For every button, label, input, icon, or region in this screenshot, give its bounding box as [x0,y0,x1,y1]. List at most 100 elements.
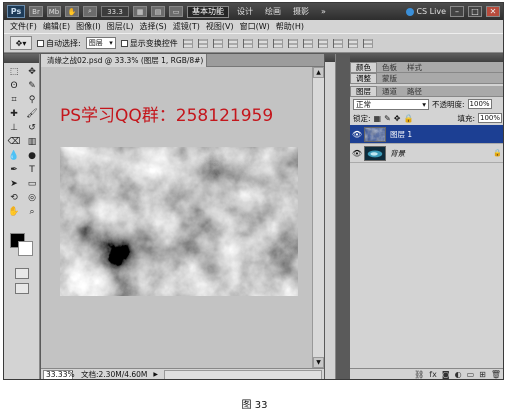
gradient-tool-icon[interactable]: ▥ [24,136,40,148]
horizontal-scrollbar[interactable] [164,369,322,379]
tab-paths[interactable]: 路径 [402,86,427,96]
align-bottom-icon[interactable] [212,38,223,48]
menu-image[interactable]: 图像(I) [73,21,104,32]
toolbox-grip[interactable] [4,54,39,63]
document-tab[interactable]: 清缘之战02.psd @ 33.3% (图层 1, RGB/8#) * × [41,54,207,67]
opacity-field[interactable]: 100% [467,99,492,109]
zoom-tool-icon[interactable]: ⌕ [83,6,97,17]
auto-select-checkbox[interactable]: 自动选择: [37,38,81,49]
tab-layers[interactable]: 图层 [350,86,377,96]
path-select-tool-icon[interactable]: ➤ [6,178,22,190]
scroll-down-icon[interactable]: ▼ [313,357,324,368]
minimize-button[interactable]: – [450,6,464,17]
pen-tool-icon[interactable]: ✒ [6,164,22,176]
tab-color[interactable]: 颜色 [350,62,377,72]
quick-mask-icon[interactable] [15,268,29,279]
minibridge-icon[interactable]: Mb [47,6,61,17]
zoom-level[interactable]: 33.3 [101,6,129,17]
delete-layer-icon[interactable]: 🗑 [491,370,501,379]
lock-transparency-icon[interactable]: ▦ [374,114,382,123]
move-tool-icon[interactable]: ✥ [24,66,40,78]
tab-channels[interactable]: 通道 [377,86,402,96]
scroll-up-icon[interactable]: ▲ [313,67,324,78]
status-zoom-field[interactable]: 33.33% [43,369,75,379]
menu-file[interactable]: 文件(F) [7,21,40,32]
eraser-tool-icon[interactable]: ⌫ [6,136,22,148]
align-top-icon[interactable] [182,38,193,48]
healing-brush-tool-icon[interactable]: ✚ [6,108,22,120]
fill-field[interactable]: 100% [478,113,502,123]
distribute-bottom-icon[interactable] [302,38,313,48]
workspace-photography-button[interactable]: 摄影 [289,6,313,18]
blur-tool-icon[interactable]: 💧 [6,150,22,162]
view-extras-icon[interactable]: ▦ [133,6,147,17]
3d-rotate-tool-icon[interactable]: ⟲ [6,192,22,204]
add-mask-icon[interactable]: ◙ [442,370,450,379]
3d-orbit-tool-icon[interactable]: ◎ [24,192,40,204]
hand-tool-icon[interactable]: ✋ [65,6,79,17]
menu-filter[interactable]: 滤镜(T) [170,21,203,32]
tab-adjustments[interactable]: 调整 [350,73,377,83]
menu-layer[interactable]: 图层(L) [104,21,137,32]
workspace-essentials-button[interactable]: 基本功能 [187,5,229,18]
canvas[interactable]: PS学习QQ群：258121959 [41,67,312,368]
link-layers-icon[interactable]: ⛓ [414,370,424,379]
menu-window[interactable]: 窗口(W) [237,21,273,32]
tab-swatches[interactable]: 色板 [377,62,402,72]
clone-stamp-tool-icon[interactable]: ⊥ [6,122,22,134]
history-brush-tool-icon[interactable]: ↺ [24,122,40,134]
distribute-vcenter-icon[interactable] [287,38,298,48]
tab-styles[interactable]: 样式 [402,62,427,72]
new-layer-icon[interactable]: ⊞ [479,370,486,379]
blend-mode-dropdown[interactable]: 正常 ▾ [353,98,429,110]
layer-row-background[interactable]: 👁 背景 🔒 [350,144,503,163]
align-left-icon[interactable] [227,38,238,48]
cs-live-button[interactable]: CS Live [406,7,446,16]
workspace-design-button[interactable]: 设计 [233,6,257,18]
menu-help[interactable]: 帮助(H) [273,21,307,32]
lock-all-icon[interactable]: 🔒 [404,114,414,123]
zoom-tool-icon[interactable]: ⌕ [24,206,40,218]
arrange-docs-icon[interactable]: ▤ [151,6,165,17]
dodge-tool-icon[interactable]: ● [24,150,40,162]
adjustment-layer-icon[interactable]: ◐ [455,370,462,379]
move-tool-preset-icon[interactable]: ✥▾ [10,36,32,50]
tab-masks[interactable]: 蒙版 [377,73,402,83]
distribute-hcenter-icon[interactable] [332,38,343,48]
show-transform-checkbox[interactable]: 显示变换控件 [120,38,178,49]
auto-select-dropdown[interactable]: 图层 ▾ [85,37,116,49]
distribute-right-icon[interactable] [347,38,358,48]
visibility-eye-icon[interactable]: 👁 [350,130,364,139]
lock-position-icon[interactable]: ✥ [394,114,401,123]
background-color-swatch[interactable] [18,241,33,256]
maximize-button[interactable]: □ [468,6,482,17]
lock-pixels-icon[interactable]: ✎ [384,114,391,123]
panel-column-grip[interactable] [350,54,503,62]
align-vcenter-icon[interactable] [197,38,208,48]
layer-row-layer1[interactable]: 👁 图层 1 [350,125,503,144]
screen-mode-icon[interactable] [15,283,29,294]
marquee-tool-icon[interactable]: ⬚ [6,66,22,78]
more-workspaces-button[interactable]: » [317,6,330,18]
status-menu-arrow-icon[interactable]: ▶ [153,371,158,378]
distribute-left-icon[interactable] [317,38,328,48]
vertical-scrollbar[interactable]: ▲ ▼ [312,67,324,368]
visibility-eye-icon[interactable]: 👁 [350,149,364,158]
panel-strip-grip[interactable] [325,54,335,62]
menu-edit[interactable]: 编辑(E) [40,21,73,32]
menu-select[interactable]: 选择(S) [136,21,169,32]
menu-view[interactable]: 视图(V) [203,21,237,32]
workspace-painting-button[interactable]: 绘画 [261,6,285,18]
close-button[interactable]: ✕ [486,6,500,17]
auto-align-icon[interactable] [362,38,373,48]
new-group-icon[interactable]: ▭ [467,370,475,379]
type-tool-icon[interactable]: T [24,164,40,176]
quick-select-tool-icon[interactable]: ✎ [24,80,40,92]
eyedropper-tool-icon[interactable]: ⚲ [24,94,40,106]
align-hcenter-icon[interactable] [242,38,253,48]
lasso-tool-icon[interactable]: ʘ [6,80,22,92]
screen-mode-icon[interactable]: ▭ [169,6,183,17]
align-right-icon[interactable] [257,38,268,48]
shape-tool-icon[interactable]: ▭ [24,178,40,190]
brush-tool-icon[interactable]: 🖌 [24,108,40,120]
